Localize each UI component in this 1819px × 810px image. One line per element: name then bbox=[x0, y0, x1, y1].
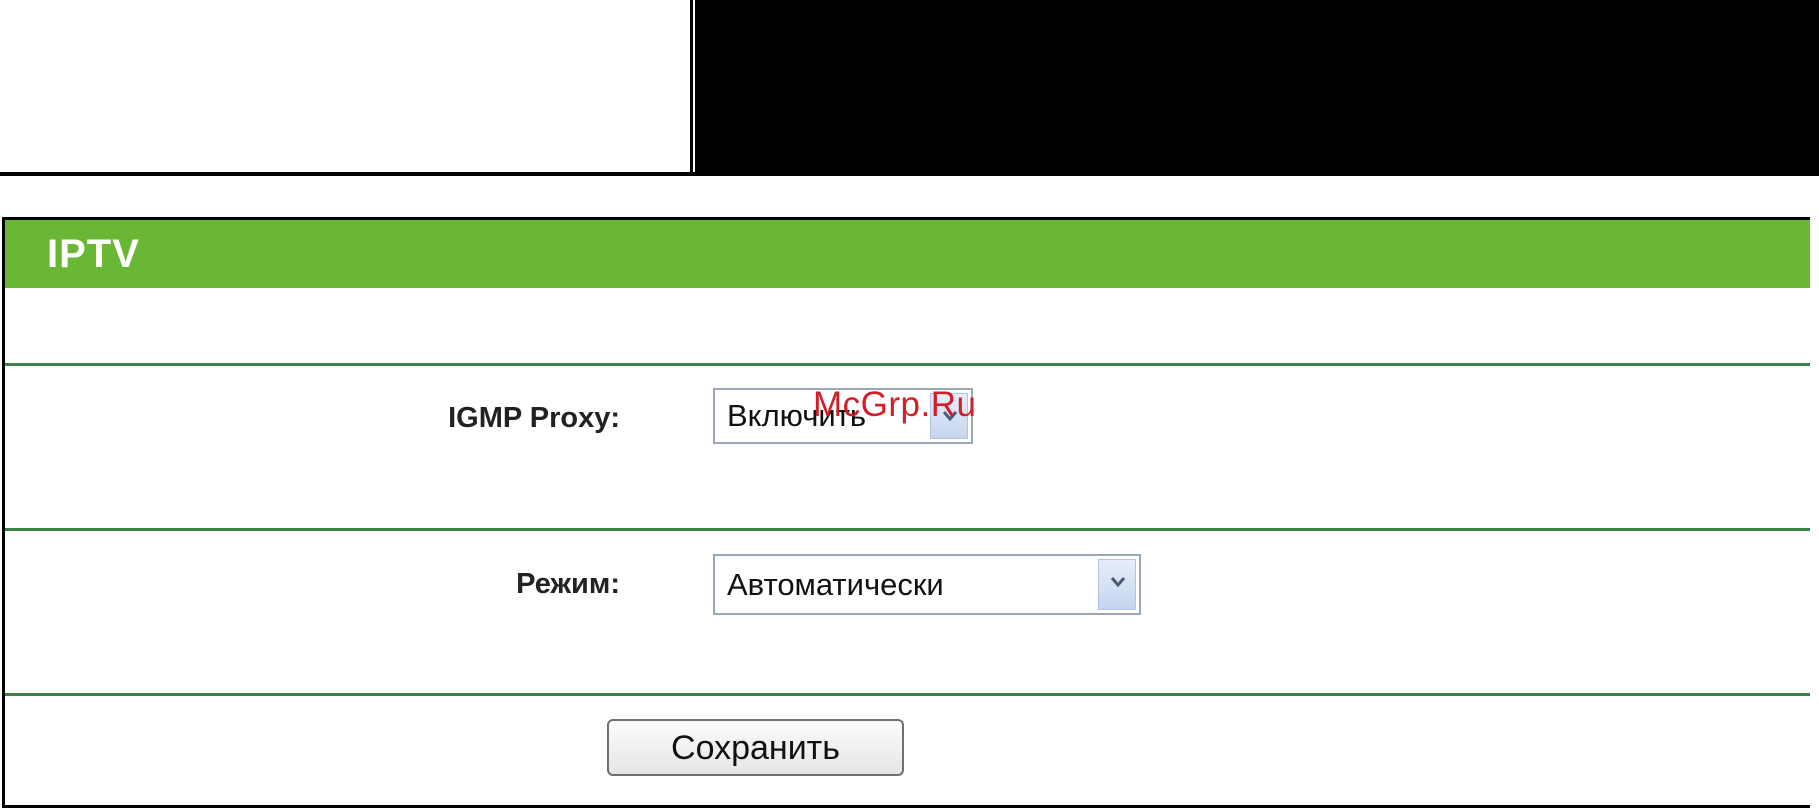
mode-value: Автоматически bbox=[727, 567, 944, 602]
mode-dropdown-button[interactable] bbox=[1098, 559, 1136, 610]
save-button[interactable]: Сохранить bbox=[607, 719, 904, 776]
row-divider bbox=[5, 528, 1810, 531]
top-divider-line bbox=[0, 172, 1819, 176]
watermark-text: McGrp.Ru bbox=[813, 385, 977, 424]
row-divider bbox=[5, 363, 1810, 366]
row-divider bbox=[5, 693, 1810, 696]
mode-label: Режим: bbox=[516, 568, 620, 600]
panel-title: IPTV bbox=[5, 220, 1810, 288]
top-black-banner bbox=[693, 0, 1819, 174]
chevron-down-icon bbox=[1110, 577, 1126, 588]
igmp-proxy-label: IGMP Proxy: bbox=[448, 402, 620, 434]
iptv-panel: IPTV IGMP Proxy: Включить Режим: Автомат… bbox=[2, 217, 1810, 808]
mode-select[interactable]: Автоматически bbox=[713, 554, 1141, 615]
